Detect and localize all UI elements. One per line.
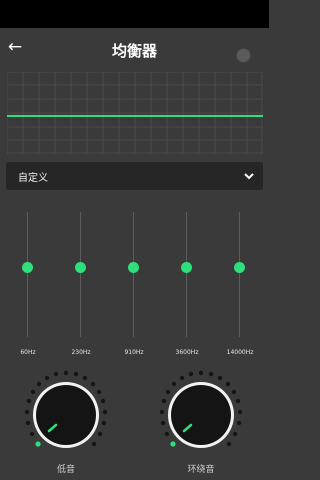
preset-selected-label: 自定义 bbox=[18, 173, 48, 184]
band-slider-60hz[interactable]: 60Hz bbox=[8, 200, 48, 360]
bass-label: 低音 bbox=[56, 465, 75, 475]
surround-knob[interactable] bbox=[157, 370, 247, 460]
eq-curve-graph bbox=[7, 72, 263, 154]
band-slider-910hz[interactable]: 910Hz bbox=[114, 200, 154, 360]
preset-select[interactable]: 自定义 bbox=[6, 162, 263, 190]
band-label: 14000Hz bbox=[226, 349, 254, 356]
slider-handle[interactable] bbox=[75, 262, 86, 273]
equalizer-toggle[interactable] bbox=[236, 48, 251, 63]
bass-level-indicator bbox=[35, 441, 41, 447]
band-label: 910Hz bbox=[124, 349, 144, 356]
slider-handle[interactable] bbox=[128, 262, 139, 273]
band-slider-14000hz[interactable]: 14000Hz bbox=[220, 200, 260, 360]
band-slider-230hz[interactable]: 230Hz bbox=[61, 200, 101, 360]
page-title: 均衡器 bbox=[111, 42, 157, 60]
chevron-down-icon bbox=[244, 173, 254, 180]
slider-handle[interactable] bbox=[181, 262, 192, 273]
slider-handle[interactable] bbox=[22, 262, 33, 273]
header: ← 均衡器 bbox=[0, 28, 269, 68]
slider-track bbox=[80, 212, 81, 337]
surround-level-indicator bbox=[170, 441, 176, 447]
band-sliders: 60Hz 230Hz 910Hz 3600Hz 14000Hz bbox=[0, 200, 269, 360]
bass-knob[interactable] bbox=[22, 370, 112, 460]
slider-track bbox=[27, 212, 28, 337]
band-label: 230Hz bbox=[71, 349, 91, 356]
band-slider-3600hz[interactable]: 3600Hz bbox=[167, 200, 207, 360]
surround-label: 环绕音 bbox=[187, 465, 215, 475]
slider-track bbox=[239, 212, 240, 337]
slider-handle[interactable] bbox=[234, 262, 245, 273]
band-label: 60Hz bbox=[20, 349, 36, 356]
band-label: 3600Hz bbox=[175, 349, 199, 356]
status-bar bbox=[0, 0, 269, 28]
slider-track bbox=[186, 212, 187, 337]
slider-track bbox=[133, 212, 134, 337]
